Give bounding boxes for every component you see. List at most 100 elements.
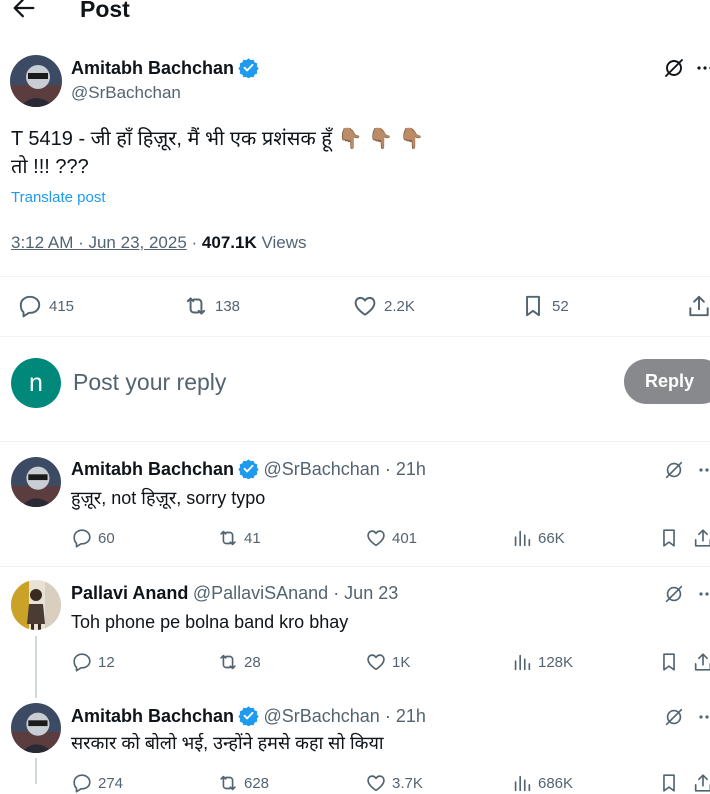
repost-icon bbox=[220, 530, 236, 546]
bookmark-icon bbox=[663, 774, 675, 792]
reply-more-button[interactable] bbox=[696, 459, 710, 481]
share-icon bbox=[694, 653, 710, 671]
reply-icon bbox=[19, 295, 41, 318]
reply-views-action[interactable]: 66K bbox=[511, 527, 565, 549]
translate-post-link[interactable]: Translate post bbox=[11, 188, 106, 208]
repost-icon bbox=[220, 654, 236, 670]
thread-line bbox=[35, 758, 37, 784]
reply-share-button[interactable] bbox=[692, 772, 710, 794]
reply-author-name[interactable]: Amitabh Bachchan bbox=[71, 459, 234, 479]
reply-avatar[interactable] bbox=[11, 703, 61, 753]
reply-author-handle[interactable]: @SrBachchan bbox=[263, 459, 379, 479]
views-count: 407.1K bbox=[201, 233, 257, 252]
reply-repost-action[interactable]: 28 bbox=[217, 651, 261, 673]
author-handle[interactable]: @SrBachchan bbox=[71, 82, 181, 104]
more-icon bbox=[699, 468, 709, 472]
reply-more-button[interactable] bbox=[696, 583, 710, 605]
reply-grok-button[interactable] bbox=[663, 706, 685, 728]
repost-icon bbox=[220, 775, 236, 791]
reply-share-button[interactable] bbox=[692, 527, 710, 549]
repost-count: 628 bbox=[244, 774, 270, 792]
views-count: 128K bbox=[538, 653, 574, 671]
current-user-avatar[interactable]: n bbox=[11, 358, 61, 408]
like-count: 2.2K bbox=[384, 297, 415, 315]
reply-author-handle[interactable]: @SrBachchan bbox=[263, 706, 379, 726]
author-avatar[interactable] bbox=[10, 55, 62, 107]
reply-input[interactable]: Post your reply bbox=[73, 367, 593, 397]
reply-time[interactable]: · 21h bbox=[380, 706, 426, 726]
bookmark-icon bbox=[663, 529, 675, 547]
reply-icon bbox=[73, 653, 91, 672]
reply-repost-action[interactable]: 628 bbox=[217, 772, 269, 794]
like-count: 1K bbox=[392, 653, 411, 671]
reply-grok-button[interactable] bbox=[663, 459, 685, 481]
reply-like-action[interactable]: 3.7K bbox=[365, 772, 423, 794]
meta-separator: · bbox=[186, 233, 202, 252]
heart-icon bbox=[354, 296, 376, 316]
more-icon bbox=[697, 66, 710, 70]
back-arrow-icon bbox=[13, 0, 35, 18]
reply-bookmark-button[interactable] bbox=[658, 772, 680, 794]
reply-author-handle[interactable]: @PallaviSAnand bbox=[193, 583, 328, 603]
grok-button[interactable] bbox=[662, 56, 686, 80]
divider bbox=[0, 441, 710, 442]
reply-reply-action[interactable]: 274 bbox=[71, 772, 123, 794]
heart-icon bbox=[367, 530, 385, 547]
reply-header: Pallavi Anand @PallaviSAnand · Jun 23 bbox=[71, 582, 398, 606]
author-name[interactable]: Amitabh Bachchan bbox=[71, 58, 234, 78]
post-emoji: 👇🏽👇🏽👇🏽 bbox=[337, 128, 431, 150]
repost-count: 41 bbox=[244, 529, 261, 547]
share-icon bbox=[694, 529, 710, 547]
verified-badge-icon bbox=[238, 705, 259, 726]
like-count: 3.7K bbox=[392, 774, 423, 792]
post-timestamp[interactable]: 3:12 AM · Jun 23, 2025 bbox=[11, 233, 187, 252]
like-action[interactable]: 2.2K bbox=[352, 293, 415, 319]
more-options-button[interactable] bbox=[694, 56, 710, 80]
reply-avatar[interactable] bbox=[11, 457, 61, 507]
reply-bookmark-button[interactable] bbox=[658, 651, 680, 673]
divider bbox=[0, 336, 710, 337]
reply-views-action[interactable]: 128K bbox=[511, 651, 573, 673]
bookmark-action[interactable]: 52 bbox=[520, 293, 569, 319]
grok-icon bbox=[665, 59, 683, 77]
grok-icon bbox=[665, 461, 683, 479]
views-count: 66K bbox=[538, 529, 565, 547]
back-button[interactable] bbox=[10, 0, 38, 22]
reply-share-button[interactable] bbox=[692, 651, 710, 673]
reply-like-action[interactable]: 1K bbox=[365, 651, 410, 673]
reply-author-name[interactable]: Pallavi Anand bbox=[71, 583, 188, 603]
reply-button[interactable]: Reply bbox=[624, 359, 710, 404]
share-button[interactable] bbox=[686, 293, 710, 319]
reply-more-button[interactable] bbox=[696, 706, 710, 728]
reply-icon bbox=[73, 529, 91, 548]
verified-badge-icon bbox=[238, 458, 259, 479]
reply-views-action[interactable]: 686K bbox=[511, 772, 573, 794]
reply-icon bbox=[73, 774, 91, 793]
grok-icon bbox=[665, 708, 683, 726]
reply-bookmark-button[interactable] bbox=[658, 527, 680, 549]
bookmark-icon bbox=[526, 295, 540, 317]
analytics-icon bbox=[514, 654, 531, 671]
reply-like-action[interactable]: 401 bbox=[365, 527, 417, 549]
reply-time[interactable]: · 21h bbox=[380, 459, 426, 479]
reply-reply-action[interactable]: 12 bbox=[71, 651, 115, 673]
more-icon bbox=[699, 715, 709, 719]
divider bbox=[0, 276, 710, 277]
reply-time[interactable]: · Jun 23 bbox=[328, 583, 398, 603]
bookmark-icon bbox=[663, 653, 675, 671]
share-icon bbox=[694, 774, 710, 792]
reply-avatar[interactable] bbox=[11, 580, 61, 630]
reply-author-name[interactable]: Amitabh Bachchan bbox=[71, 706, 234, 726]
reply-header: Amitabh Bachchan @SrBachchan · 21h bbox=[71, 705, 426, 729]
reply-grok-button[interactable] bbox=[663, 583, 685, 605]
share-icon bbox=[689, 295, 709, 317]
heart-icon bbox=[367, 775, 385, 792]
reply-count: 12 bbox=[98, 653, 115, 671]
repost-action[interactable]: 138 bbox=[183, 293, 240, 319]
verified-badge-icon bbox=[238, 57, 259, 78]
post-meta: 3:12 AM · Jun 23, 2025 · 407.1K Views bbox=[11, 232, 307, 254]
divider bbox=[0, 566, 710, 567]
reply-repost-action[interactable]: 41 bbox=[217, 527, 261, 549]
reply-action[interactable]: 415 bbox=[17, 293, 74, 319]
reply-reply-action[interactable]: 60 bbox=[71, 527, 115, 549]
